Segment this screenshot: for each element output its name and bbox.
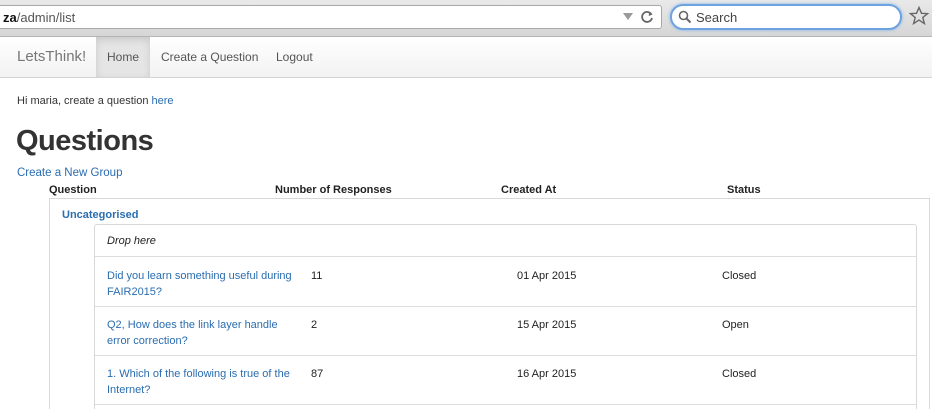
url-host: za [3, 10, 17, 25]
drop-zone[interactable]: Drop here [95, 225, 916, 257]
status-text: Open [722, 319, 749, 331]
group-title-link[interactable]: Uncategorised [62, 209, 138, 221]
response-count: 11 [311, 270, 323, 282]
reload-icon[interactable] [639, 9, 655, 25]
brand-link[interactable]: LetsThink! [17, 48, 86, 65]
search-box[interactable] [670, 4, 902, 30]
group-panel: Uncategorised Drop here Did you learn so… [49, 198, 930, 409]
search-input[interactable] [696, 9, 896, 26]
column-header-created: Created At [501, 184, 557, 196]
address-bar[interactable]: za/admin/list [0, 5, 662, 29]
dropdown-arrow-icon[interactable] [623, 13, 633, 20]
created-date: 15 Apr 2015 [517, 319, 577, 331]
column-header-status: Status [727, 184, 761, 196]
status-text: Closed [722, 368, 757, 380]
page-title: Questions [16, 125, 154, 157]
search-icon [678, 10, 692, 24]
navbar: LetsThink! Home Create a Question Logout [0, 37, 932, 78]
url-text: za/admin/list [3, 10, 75, 25]
created-date: 16 Apr 2015 [517, 368, 577, 380]
question-row[interactable]: 1. Which of the following is true of the… [95, 356, 916, 405]
column-header-question: Question [49, 184, 97, 196]
browser-toolbar: za/admin/list [0, 0, 932, 37]
create-question-link[interactable]: here [152, 95, 174, 107]
question-link[interactable]: 1. Which of the following is true of the… [107, 366, 292, 398]
status-text: Closed [722, 270, 757, 282]
question-list: Drop here Did you learn something useful… [94, 224, 917, 409]
greeting-text: Hi maria, create a question [17, 95, 152, 107]
url-path: /admin/list [16, 10, 76, 25]
response-count: 87 [311, 368, 324, 380]
create-group-link[interactable]: Create a New Group [17, 167, 122, 179]
nav-home[interactable]: Home [96, 37, 150, 77]
greeting: Hi maria, create a question here [17, 95, 174, 107]
star-icon[interactable] [909, 6, 929, 26]
nav-logout[interactable]: Logout [276, 37, 313, 77]
question-link[interactable]: Q2, How does the link layer handle error… [107, 317, 292, 349]
question-link[interactable]: Did you learn something useful during FA… [107, 268, 292, 300]
question-row[interactable]: Q2, How does the link layer handle error… [95, 307, 916, 356]
created-date: 01 Apr 2015 [517, 270, 577, 282]
nav-create-question[interactable]: Create a Question [161, 37, 258, 77]
column-header-responses: Number of Responses [275, 184, 392, 196]
question-row[interactable]: Did you learn something useful during FA… [95, 258, 916, 307]
response-count: 2 [311, 319, 318, 331]
